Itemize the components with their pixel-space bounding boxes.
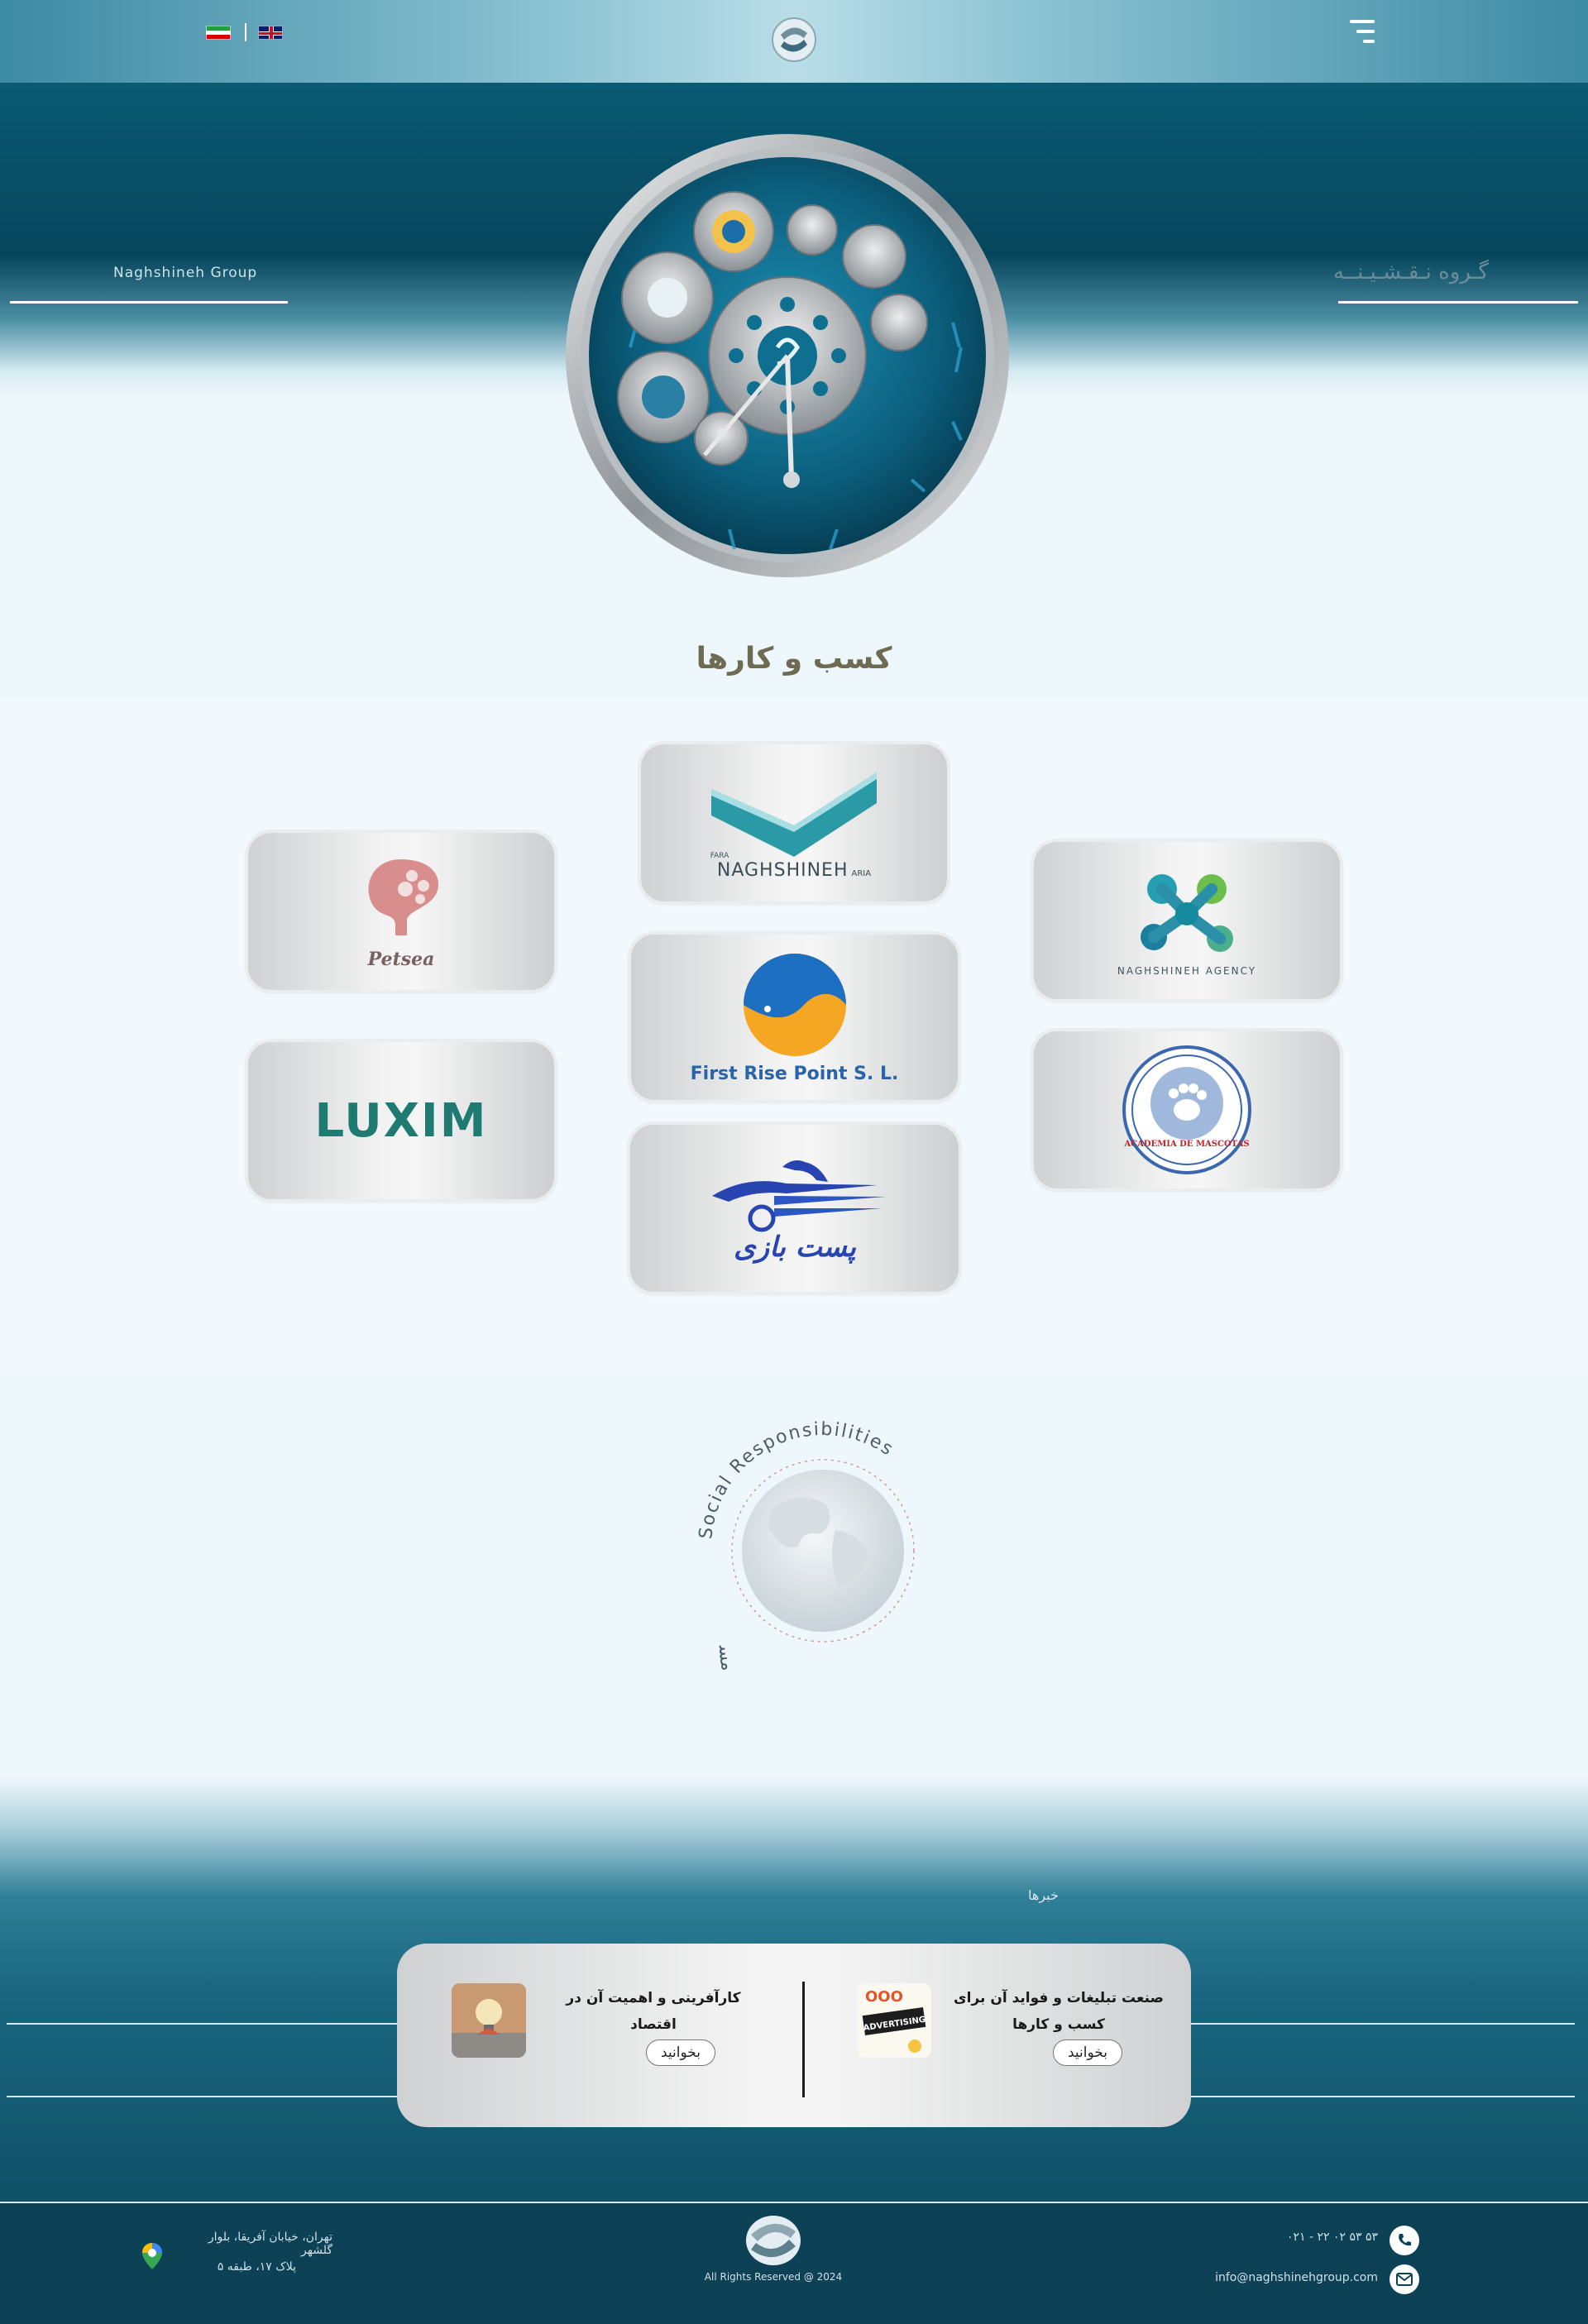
footer-phone[interactable]: ۰۲۱ - ۲۲ ۰۲ ۵۳ ۵۳ [1274,2231,1378,2244]
hamburger-menu-icon[interactable] [1350,18,1375,46]
academia-label: ACADEMIA DE MASCOTAS [1123,1140,1249,1149]
news-item-title-line1: کارآفرینی و اهمیت آن در اقتصاد [566,1990,741,2033]
phone-icon[interactable] [1390,2226,1419,2255]
news-divider [802,1982,805,2097]
email-icon[interactable] [1390,2264,1419,2294]
petsea-card[interactable]: Petsea [248,833,554,990]
footer-logo-icon[interactable] [743,2213,804,2268]
first-rise-point-label: First Rise Point S. L. [690,1063,899,1084]
news-item-title-line1: صنعت تبلیغات و فواید آن برای [954,1990,1164,2006]
petsea-logo-icon [368,859,438,935]
hero-title-fa: گـروه نـقـشـیـنــه [1333,260,1489,285]
iran-flag-icon[interactable] [206,26,231,40]
luxim-logo-text: LUXIM [314,1093,488,1148]
first-rise-point-card[interactable]: First Rise Point S. L. [631,935,958,1100]
academia-de-mascotas-logo-icon: ACADEMIA DE MASCOTAS [1122,1045,1251,1174]
footer-address-line1: تهران، خیابان آفریقا، بلوار گلشهر [208,2231,332,2257]
naghshineh-agency-card[interactable]: NAGHSHINEH AGENCY [1034,842,1340,999]
post-bazi-logo-icon: پست بازی [711,1160,886,1264]
naghshineh-agency-logo-icon [1141,874,1233,952]
news-thumbnail-advertising[interactable]: OOO ADVERTISING [857,1983,931,2058]
entrepreneurship-image-icon [452,1983,526,2058]
businesses-title: کسب و کارها [696,642,892,676]
fara-naghshineh-card[interactable]: FARA NAGHSHINEH ARIA [641,744,947,901]
read-more-button[interactable]: بخوانید [1053,2039,1122,2066]
post-bazi-card[interactable]: پست بازی [630,1125,959,1292]
uk-flag-icon[interactable] [258,26,283,40]
news-item-title[interactable]: صنعت تبلیغات و فواید آن برای کسب و کارها [951,1985,1166,2038]
news-label: خبرها [1028,1887,1059,1903]
fara-label: FARA [710,851,729,860]
footer-address-line2: پلاک ۱۷، طبقه ۵ [217,2260,296,2274]
gear-clock-illustration [566,134,1009,577]
naghshineh-label: NAGHSHINEH [716,859,849,881]
news-item-title-line2: کسب و کارها [1012,2016,1105,2033]
social-responsibilities-emblem[interactable]: Social Responsibilities مسئولیت های اجتم… [686,1406,959,1704]
hero-divider-right [1338,301,1578,304]
footer-email[interactable]: info@naghshinehgroup.com [1211,2271,1378,2284]
academia-de-mascotas-card[interactable]: ACADEMIA DE MASCOTAS [1034,1031,1340,1188]
naghshineh-logo-icon[interactable] [771,17,817,63]
map-pin-icon[interactable] [142,2243,162,2269]
svg-text:OOO: OOO [865,1988,903,2006]
petsea-label: Petsea [367,949,435,970]
aria-label: ARIA [851,868,872,878]
naghshineh-agency-label: NAGHSHINEH AGENCY [1117,965,1257,977]
language-separator [245,23,246,41]
fara-naghshineh-logo-icon [711,772,877,857]
hero-divider-left [10,301,288,304]
read-more-button[interactable]: بخوانید [646,2039,715,2066]
hero-title-en: Naghshineh Group [113,265,258,281]
first-rise-point-logo-icon [743,953,846,1056]
post-bazi-label: پست بازی [734,1231,856,1264]
news-thumbnail-entrepreneurship[interactable] [452,1983,526,2058]
advertising-image-icon: OOO ADVERTISING [857,1983,931,2058]
news-item-title[interactable]: کارآفرینی و اهمیت آن در اقتصاد [546,1985,761,2038]
top-navbar [0,0,1588,83]
footer-copyright: All Rights Reserved @ 2024 [704,2271,843,2283]
luxim-card[interactable]: LUXIM [248,1042,554,1199]
